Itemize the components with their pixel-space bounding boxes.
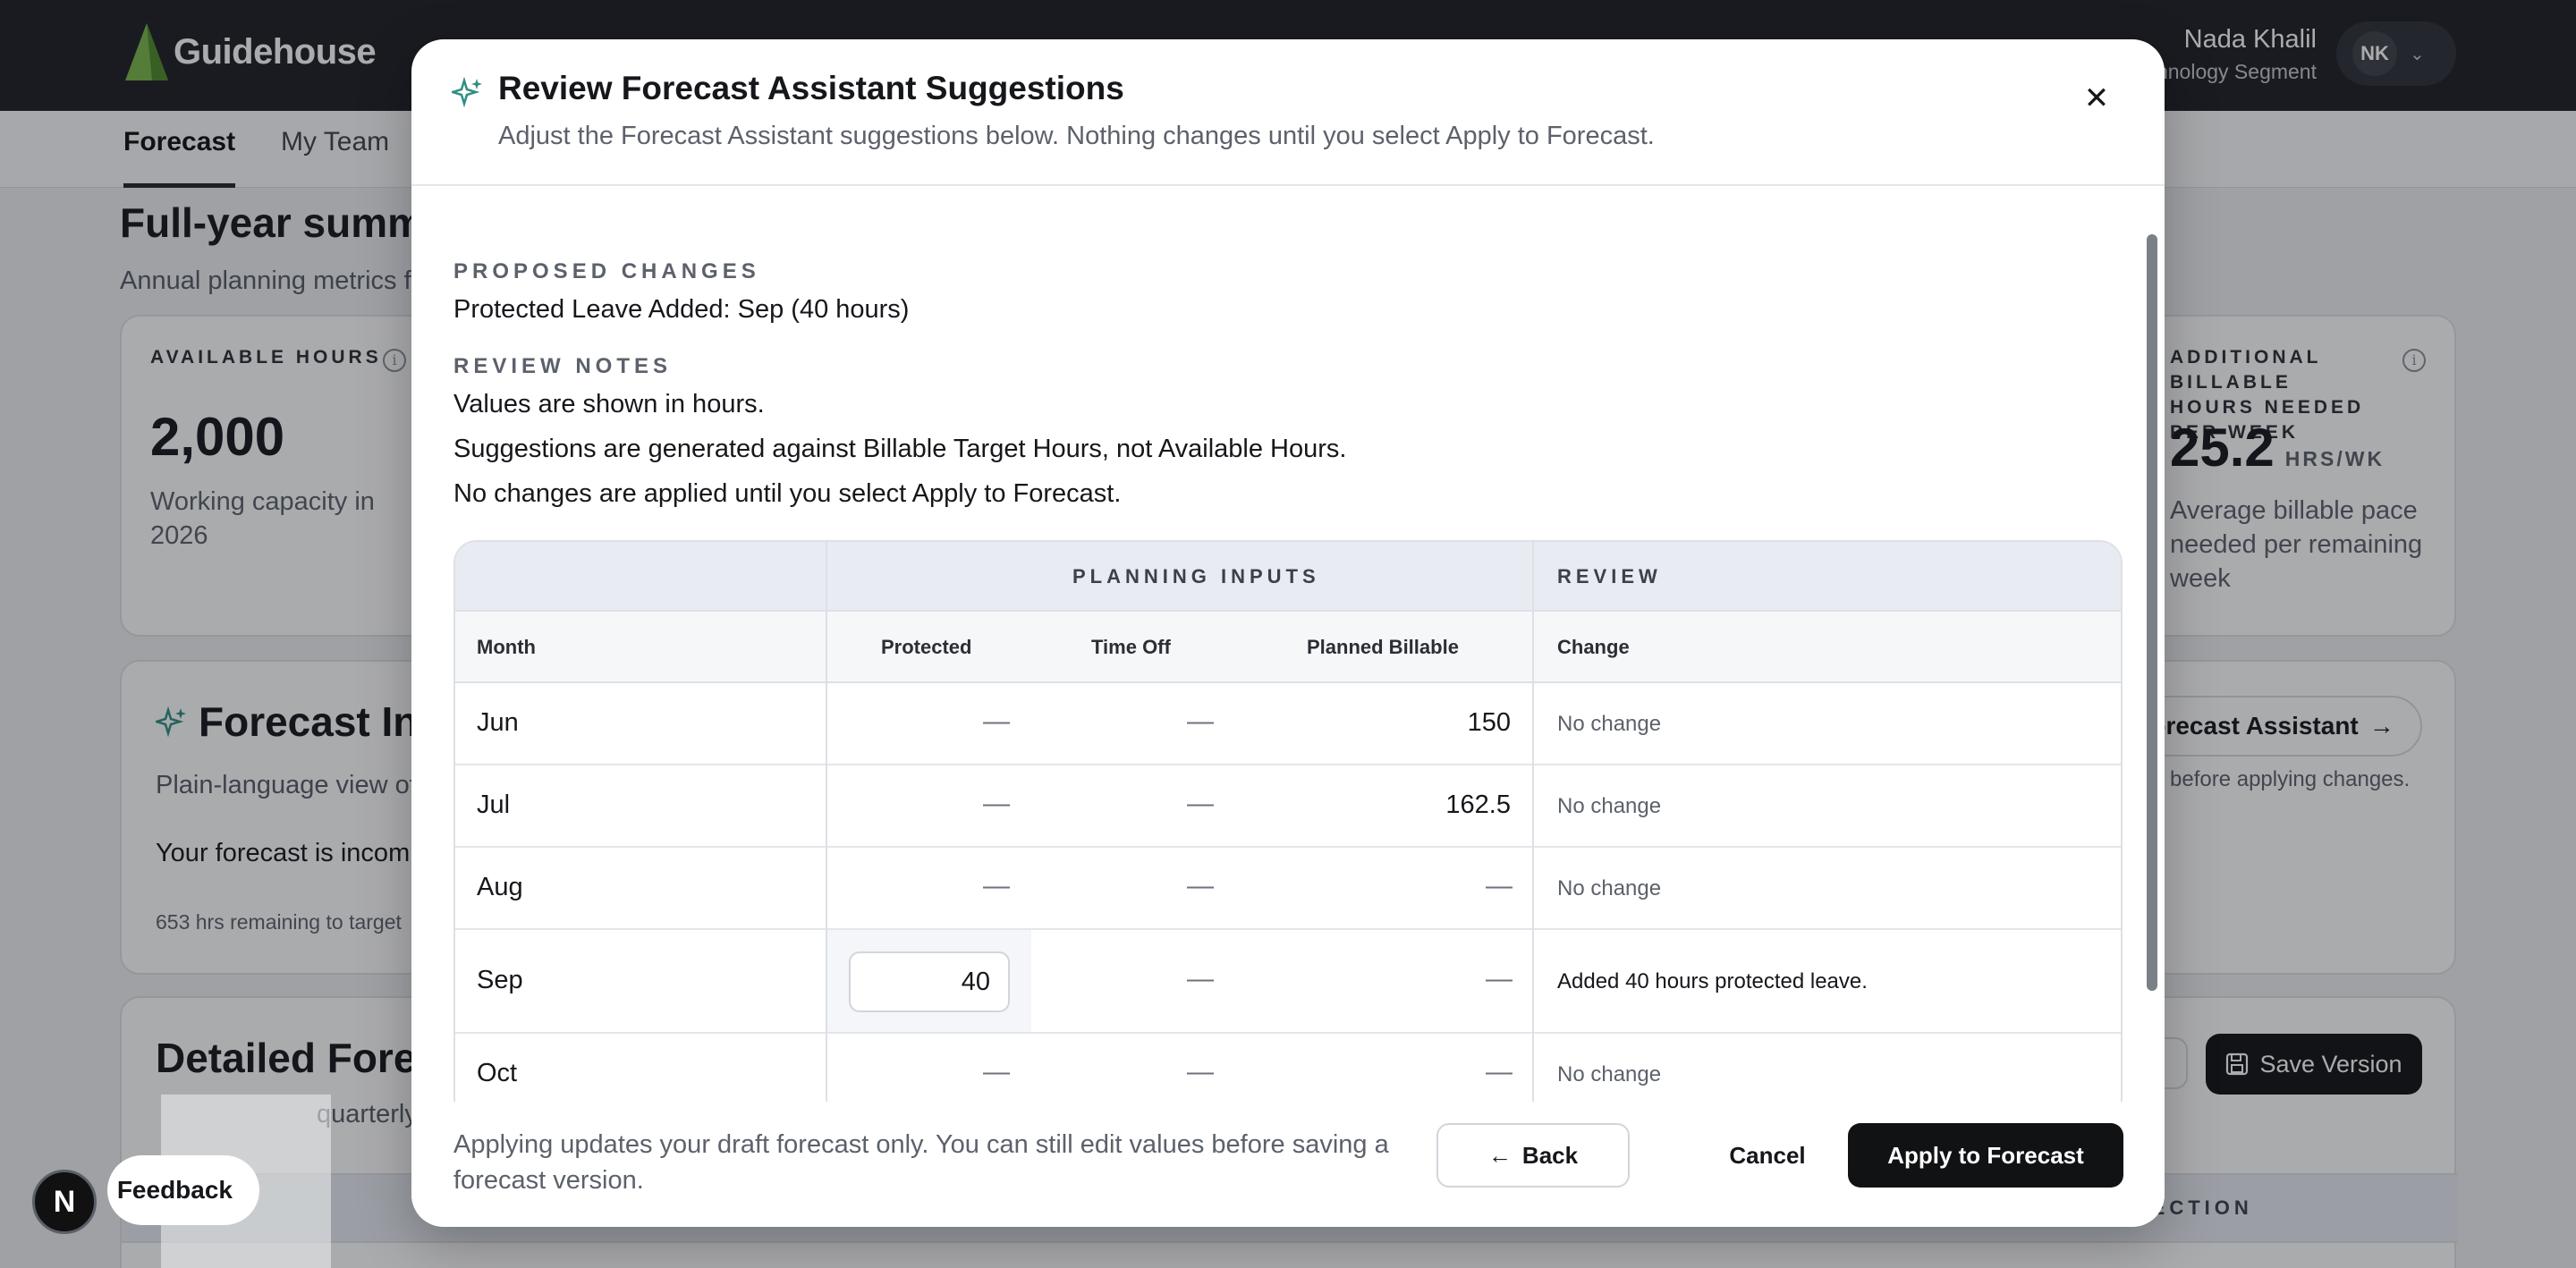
row-change: No change xyxy=(1557,1062,1662,1086)
col-time-off: Time Off xyxy=(1091,636,1171,658)
dialog-title: Review Forecast Assistant Suggestions xyxy=(498,70,1124,106)
row-planned-billable: 150 xyxy=(1467,708,1511,737)
row-time-off: — xyxy=(1187,871,1214,900)
review-note: Values are shown in hours. xyxy=(453,390,765,418)
protected-hours-input[interactable]: 40 xyxy=(849,951,1010,1012)
row-protected: — xyxy=(983,789,1010,818)
row-planned-billable: — xyxy=(1486,964,1513,993)
row-month: Sep xyxy=(477,966,523,994)
table-row: Jul — — 162.5 No change xyxy=(455,765,2121,848)
row-time-off: — xyxy=(1187,789,1214,818)
proposed-change-key: Protected Leave Added: xyxy=(453,295,731,324)
table-row: Jun — — 150 No change xyxy=(455,683,2121,765)
row-protected: — xyxy=(983,706,1010,736)
close-icon[interactable]: ✕ xyxy=(2079,80,2114,116)
review-note: No changes are applied until you select … xyxy=(453,479,1122,508)
suggestions-table: PLANNING INPUTS REVIEW Month Protected T… xyxy=(453,540,2123,1141)
row-month: Aug xyxy=(477,873,523,901)
assistant-badge[interactable]: N xyxy=(32,1170,97,1234)
table-row: Aug — — — No change xyxy=(455,848,2121,930)
row-time-off: — xyxy=(1187,1057,1214,1086)
row-planned-billable: — xyxy=(1486,1057,1513,1086)
row-change: No change xyxy=(1557,712,1662,736)
table-divider xyxy=(826,542,827,1141)
row-month: Oct xyxy=(477,1059,518,1087)
sparkle-icon xyxy=(452,77,482,108)
dialog-scrollbar[interactable] xyxy=(2147,234,2157,991)
feedback-button[interactable]: Feedback xyxy=(107,1155,259,1225)
row-month: Jul xyxy=(477,790,511,819)
review-notes-label: REVIEW NOTES xyxy=(453,354,673,378)
row-protected: — xyxy=(983,871,1010,900)
row-change: No change xyxy=(1557,876,1662,900)
group-planning-inputs: PLANNING INPUTS xyxy=(1072,565,1320,588)
row-time-off: — xyxy=(1187,706,1214,736)
row-change: Added 40 hours protected leave. xyxy=(1557,969,1868,993)
dialog-header: Review Forecast Assistant Suggestions Ad… xyxy=(411,39,2165,186)
col-planned-billable: Planned Billable xyxy=(1307,636,1459,658)
col-change: Change xyxy=(1557,636,1630,658)
footer-note: Applying updates your draft forecast onl… xyxy=(453,1130,1389,1195)
apply-to-forecast-button[interactable]: Apply to Forecast xyxy=(1848,1123,2123,1188)
row-planned-billable: — xyxy=(1486,871,1513,900)
back-button[interactable]: ← Back xyxy=(1436,1123,1630,1188)
table-row: Sep 40 — — Added 40 hours protected leav… xyxy=(455,930,2121,1034)
dialog-body: PROPOSED CHANGES Protected Leave Added: … xyxy=(411,188,2165,1141)
table-column-header: Month Protected Time Off Planned Billabl… xyxy=(455,612,2121,683)
group-review: REVIEW xyxy=(1557,565,1662,588)
row-planned-billable: 162.5 xyxy=(1445,790,1511,819)
dialog-footer: Applying updates your draft forecast onl… xyxy=(411,1102,2165,1227)
arrow-left-icon: ← xyxy=(1487,1141,1512,1169)
table-divider xyxy=(1532,542,1534,1141)
review-suggestions-dialog: Review Forecast Assistant Suggestions Ad… xyxy=(411,39,2165,1227)
row-protected: — xyxy=(983,1057,1010,1086)
row-time-off: — xyxy=(1187,964,1214,993)
row-month: Jun xyxy=(477,708,519,737)
dialog-subtitle: Adjust the Forecast Assistant suggestion… xyxy=(498,122,1655,150)
back-label: Back xyxy=(1521,1141,1579,1169)
review-note: Suggestions are generated against Billab… xyxy=(453,435,1347,463)
col-protected: Protected xyxy=(881,636,972,658)
row-change: No change xyxy=(1557,794,1662,818)
proposed-change-value: Sep (40 hours) xyxy=(737,295,910,324)
col-month: Month xyxy=(477,636,536,658)
table-group-header: PLANNING INPUTS REVIEW xyxy=(455,542,2121,612)
cancel-button[interactable]: Cancel xyxy=(1680,1123,1855,1188)
proposed-changes-label: PROPOSED CHANGES xyxy=(453,259,760,283)
proposed-change-line: Protected Leave Added: Sep (40 hours) xyxy=(453,295,909,325)
